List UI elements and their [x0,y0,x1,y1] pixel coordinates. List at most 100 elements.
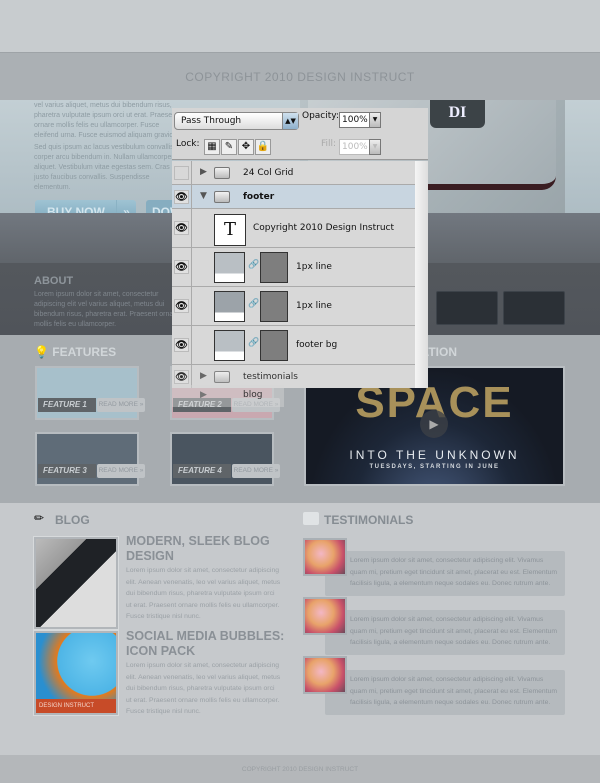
testimonial-text: Lorem ipsum dolor sit amet, consectetur … [325,551,565,596]
feature-card[interactable]: FEATURE 4 READ MORE » [170,432,280,486]
speech-bubble-icon [303,512,319,525]
header-band: COPYRIGHT 2010 DESIGN INSTRUCT [0,52,600,100]
expand-arrow-icon[interactable]: ▶ [200,167,207,177]
feature-label: FEATURE 3 [38,464,96,478]
layer-row[interactable]: 👁 🔗 footer bg [172,326,415,365]
layer-row[interactable]: 👁 T Copyright 2010 Design Instruct [172,209,415,248]
layer-row[interactable]: 👁 🔗 1px line [172,287,415,326]
eye-icon: 👁 [174,221,189,235]
about-text: Lorem ipsum dolor sit amet, consectetur … [34,291,180,328]
visibility-toggle[interactable]: 👁 [172,326,192,364]
layer-name: 24 Col Grid [243,167,294,178]
layers-panel: Pass Through ▲▼ Opacity: 100% ▼ Lock: ▦ ✎ … [172,108,428,388]
folder-icon [214,166,230,179]
visibility-toggle[interactable]: 👁 [172,248,192,286]
header-band-text: COPYRIGHT 2010 DESIGN INSTRUCT [185,70,415,84]
collapse-arrow-icon[interactable]: ▼ [200,191,207,201]
testimonial-text: Lorem ipsum dolor sit amet, consectetur … [325,610,565,655]
portfolio-thumb[interactable] [436,291,498,325]
layer-name: testimonials [243,371,298,382]
link-icon[interactable]: 🔗 [248,338,259,348]
lock-brush-icon[interactable]: ✎ [221,139,237,155]
text-layer-thumb: T [214,214,246,246]
fill-input[interactable]: 100% ▼ [339,139,381,155]
pencil-icon: ✏ [34,511,45,525]
lightbulb-icon: 💡 [34,345,49,359]
portfolio-thumb[interactable] [503,291,565,325]
opacity-input[interactable]: 100% ▼ [339,112,381,128]
blog-post-excerpt: Lorem ipsum dolor sit amet, consectetur … [126,662,281,715]
testimonial-text: Lorem ipsum dolor sit amet, consectetur … [325,670,565,715]
lock-label: Lock: [176,139,200,149]
features-title-text: FEATURES [52,345,117,359]
layers-list: ▶ 24 Col Grid 👁 ▼ footer 👁 T Copyright 2010 D… [172,161,415,388]
video-subtitle: INTO THE UNKNOWN [349,448,520,462]
folder-icon [214,190,230,203]
logo: DI [430,100,485,128]
hero-text: Sed quis ipsum ac lacus vestibulum conva… [34,144,178,191]
blog-post-title[interactable]: SOCIAL MEDIA BUBBLES: ICON PACK [126,629,286,659]
footer: COPYRIGHT 2010 DESIGN INSTRUCT [0,755,600,783]
play-icon[interactable]: ▶ [420,410,448,438]
features-title: 💡 FEATURES [34,345,116,359]
lock-move-icon[interactable]: ✥ [238,139,254,155]
feature-card[interactable]: FEATURE 1 READ MORE » [35,366,145,420]
up-down-arrows-icon: ▲▼ [282,113,298,129]
blog-post-excerpt: Lorem ipsum dolor sit amet, consectetur … [126,567,281,620]
layers-scrollbar[interactable] [415,161,428,388]
layer-row[interactable]: ▶ 24 Col Grid [172,161,415,185]
layer-row[interactable]: 👁 🔗 1px line [172,248,415,287]
read-more-button[interactable]: READ MORE » [97,464,145,478]
visibility-toggle[interactable]: 👁 [172,185,192,208]
layer-name: footer [243,191,275,202]
lock-all-icon[interactable]: 🔒 [255,139,271,155]
eye-icon: 👁 [174,299,189,313]
top-strip [0,0,600,52]
blog-post-title[interactable]: MODERN, SLEEK BLOG DESIGN [126,534,286,564]
dropdown-arrow-icon[interactable]: ▼ [369,112,381,128]
feature-label: FEATURE 1 [38,398,96,412]
eye-icon: 👁 [174,369,189,384]
visibility-toggle[interactable]: 👁 [172,209,192,247]
feature-card[interactable]: FEATURE 3 READ MORE » [35,432,145,486]
testimonials-title: TESTIMONIALS [324,513,414,527]
vector-mask-thumb [260,252,288,283]
folder-icon [214,370,230,383]
vector-mask-thumb [260,291,288,322]
blog-post-image[interactable] [33,536,119,630]
link-icon[interactable]: 🔗 [248,299,259,309]
fill-value: 100% [342,142,368,152]
visibility-toggle[interactable]: 👁 [172,287,192,325]
video-tagline: TUESDAYS, STARTING IN JUNE [369,464,500,470]
fill-label: Fill: [321,139,337,149]
layer-row-faded[interactable]: ▶ blog [172,385,284,407]
layer-thumb [214,291,245,322]
testimonial-avatar [303,597,347,635]
read-more-button[interactable]: READ MORE » [97,398,145,412]
expand-arrow-icon[interactable]: ▶ [200,390,207,400]
layer-thumb [214,330,245,361]
testimonial-avatar [303,538,347,576]
layer-row-selected[interactable]: 👁 ▼ footer [172,185,415,209]
blog-title: BLOG [55,513,90,527]
testimonial-avatar [303,656,347,694]
about-title: ABOUT [34,275,74,287]
vector-mask-thumb [260,330,288,361]
opacity-value: 100% [342,115,368,125]
dropdown-arrow-icon[interactable]: ▼ [369,139,381,155]
layer-thumb [214,252,245,283]
blog-post-image[interactable]: DESIGN INSTRUCT [33,630,119,716]
layer-name: 1px line [296,301,332,311]
layer-name: blog [243,390,263,400]
eye-icon: 👁 [174,189,189,204]
link-icon[interactable]: 🔗 [248,260,259,270]
lock-transparency-icon[interactable]: ▦ [204,139,220,155]
blend-mode-value: Pass Through [181,116,242,126]
read-more-button[interactable]: READ MORE » [232,464,280,478]
footer-text: COPYRIGHT 2010 DESIGN INSTRUCT [241,766,359,773]
visibility-toggle[interactable] [172,161,192,184]
hero-text: vel varius aliquet, metus dui bibendum r… [34,102,180,139]
expand-arrow-icon[interactable]: ▶ [200,371,207,381]
blend-mode-select[interactable]: Pass Through ▲▼ [174,112,299,130]
layer-name: 1px line [296,262,332,272]
